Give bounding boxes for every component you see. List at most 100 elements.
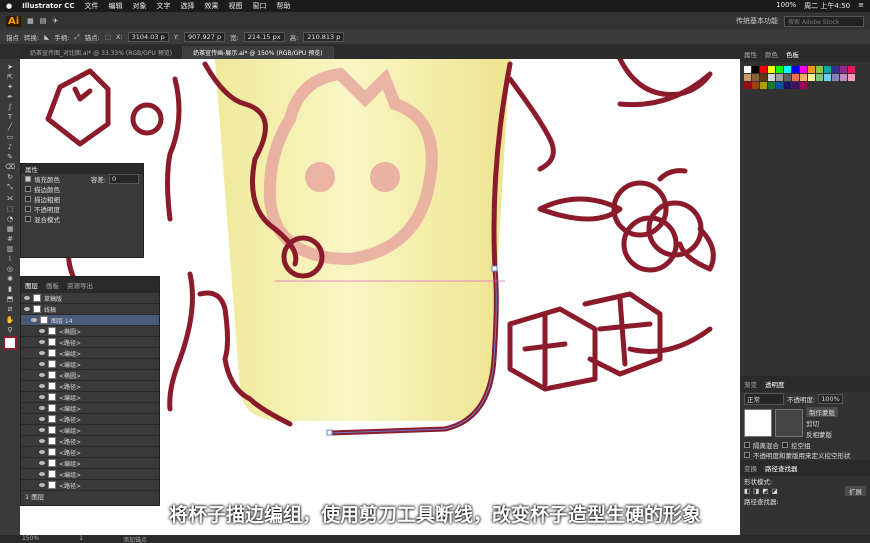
swatch[interactable] (784, 74, 791, 81)
visibility-eye-icon[interactable] (24, 296, 30, 300)
swatch[interactable] (768, 74, 775, 81)
visibility-eye-icon[interactable] (39, 384, 45, 388)
rectangle-tool-icon[interactable]: ▭ (7, 133, 14, 141)
layer-row[interactable]: <编组> (21, 425, 159, 436)
swatch[interactable] (744, 74, 751, 81)
menu-help[interactable]: 帮助 (277, 1, 291, 11)
blend-checkbox[interactable] (25, 216, 31, 222)
symbol-sprayer-tool-icon[interactable]: ✺ (7, 275, 13, 283)
layer-row[interactable]: <路径> (21, 381, 159, 392)
width-field[interactable]: 214.15 px (243, 32, 285, 42)
invert-mask-label[interactable]: 反相蒙版 (806, 429, 838, 439)
tab-transform[interactable]: 变换 (744, 463, 757, 473)
menu-type[interactable]: 文字 (157, 1, 171, 11)
visibility-eye-icon[interactable] (39, 417, 45, 421)
anchors-button[interactable]: ⬚ (105, 33, 111, 41)
stroke-color-row[interactable]: 描边颜色 (21, 184, 143, 194)
fill-row[interactable]: 填充颜色 容差: 0 (21, 174, 143, 184)
stroke-weight-checkbox[interactable] (25, 196, 31, 202)
curvature-tool-icon[interactable]: ∫ (8, 103, 12, 111)
eyedropper-tool-icon[interactable]: ⌇ (8, 255, 11, 263)
convert-corner-button[interactable]: ◣ (44, 33, 49, 41)
layer-row[interactable]: <编组> (21, 359, 159, 370)
exclude-icon[interactable]: ◪ (771, 487, 777, 495)
layer-row[interactable]: <椭圆> (21, 326, 159, 337)
stock-search-input[interactable]: 搜索 Adobe Stock (784, 15, 864, 27)
transparency-checkbox[interactable] (25, 206, 31, 212)
eraser-tool-icon[interactable]: ⌫ (5, 163, 15, 171)
tab-swatches[interactable]: 色板 (786, 49, 799, 59)
swatch[interactable] (800, 82, 807, 89)
swatch[interactable] (832, 74, 839, 81)
swatch[interactable] (792, 74, 799, 81)
anchor-point[interactable] (326, 429, 333, 436)
visibility-eye-icon[interactable] (39, 439, 45, 443)
shape-builder-tool-icon[interactable]: ◔ (7, 215, 13, 223)
zoom-tool-icon[interactable]: ⚲ (7, 326, 12, 334)
visibility-eye-icon[interactable] (39, 450, 45, 454)
layer-row[interactable]: <椭圆> (21, 370, 159, 381)
tab-artboards[interactable]: 画板 (46, 280, 59, 290)
visibility-eye-icon[interactable] (39, 329, 45, 333)
graph-tool-icon[interactable]: ▮ (8, 285, 12, 293)
layer-row[interactable]: 线稿 (21, 304, 159, 315)
visibility-eye-icon[interactable] (39, 351, 45, 355)
gpu-icon[interactable]: ✈ (52, 17, 58, 25)
tab-doc-1[interactable]: 奶茶宣传图_对比图.ai* @ 33.33% (RGB/GPU 预览) (20, 46, 184, 59)
tab-pathfinder[interactable]: 路径查找器 (765, 463, 798, 473)
visibility-eye-icon[interactable] (39, 395, 45, 399)
y-field[interactable]: 907.927 p (184, 32, 226, 42)
swatch[interactable] (808, 74, 815, 81)
minus-front-icon[interactable]: ◨ (753, 487, 759, 495)
blend-mode-select[interactable]: 正常 (744, 393, 784, 405)
gradient-tool-icon[interactable]: ▥ (7, 245, 14, 253)
perspective-tool-icon[interactable]: ▦ (7, 225, 14, 233)
visibility-eye-icon[interactable] (39, 406, 45, 410)
swatch[interactable] (800, 66, 807, 73)
layer-row[interactable]: <编组> (21, 458, 159, 469)
tolerance-field[interactable]: 0 (109, 174, 139, 184)
swatch[interactable] (752, 82, 759, 89)
paintbrush-tool-icon[interactable]: ♪ (8, 143, 12, 151)
swatch[interactable] (776, 66, 783, 73)
mask-thumbnail[interactable] (775, 409, 803, 437)
swatch[interactable] (760, 74, 767, 81)
isolate-row[interactable]: 隔离混合 挖空组 (740, 440, 870, 450)
swatch[interactable] (816, 74, 823, 81)
swatch[interactable] (784, 82, 791, 89)
tab-layers[interactable]: 图层 (25, 280, 38, 290)
slice-tool-icon[interactable]: ⧄ (8, 305, 12, 314)
fill-checkbox[interactable] (25, 176, 31, 182)
tab-gradient[interactable]: 渐变 (744, 379, 757, 389)
free-transform-tool-icon[interactable]: ⬚ (7, 205, 14, 213)
swatch[interactable] (816, 66, 823, 73)
define-knockout-row[interactable]: 不透明度和蒙版用来定义挖空形状 (740, 450, 870, 460)
menu-view[interactable]: 视图 (229, 1, 243, 11)
visibility-eye-icon[interactable] (39, 428, 45, 432)
magic-wand-tool-icon[interactable]: ✦ (7, 83, 13, 91)
visibility-eye-icon[interactable] (24, 307, 30, 311)
swatch[interactable] (832, 66, 839, 73)
anchor-point[interactable] (491, 265, 498, 272)
transparency-row[interactable]: 不透明度 (21, 204, 143, 214)
tab-doc-2[interactable]: 奶茶宣传画-展示.ai* @ 150% (RGB/GPU 预览) (183, 46, 334, 59)
object-thumbnail[interactable] (744, 409, 772, 437)
swatch[interactable] (840, 74, 847, 81)
layer-row[interactable]: <路径> (21, 480, 159, 491)
tab-asset-export[interactable]: 资源导出 (67, 280, 93, 290)
app-menu[interactable]: Illustrator CC (22, 2, 74, 10)
knockout-checkbox[interactable] (782, 442, 788, 448)
expand-button[interactable]: 扩展 (845, 486, 866, 496)
x-field[interactable]: 3104.03 p (127, 32, 169, 42)
swatch[interactable] (752, 74, 759, 81)
layer-row[interactable]: <路径> (21, 414, 159, 425)
swatch[interactable] (760, 82, 767, 89)
swatch[interactable] (744, 66, 751, 73)
swatch[interactable] (752, 66, 759, 73)
width-tool-icon[interactable]: ⟗ (7, 194, 13, 203)
shaper-tool-icon[interactable]: ✎ (7, 153, 13, 161)
type-tool-icon[interactable]: T (8, 113, 12, 121)
swatch[interactable] (792, 82, 799, 89)
blend-tool-icon[interactable]: ◎ (7, 265, 13, 273)
opacity-field[interactable]: 100% (818, 394, 843, 404)
